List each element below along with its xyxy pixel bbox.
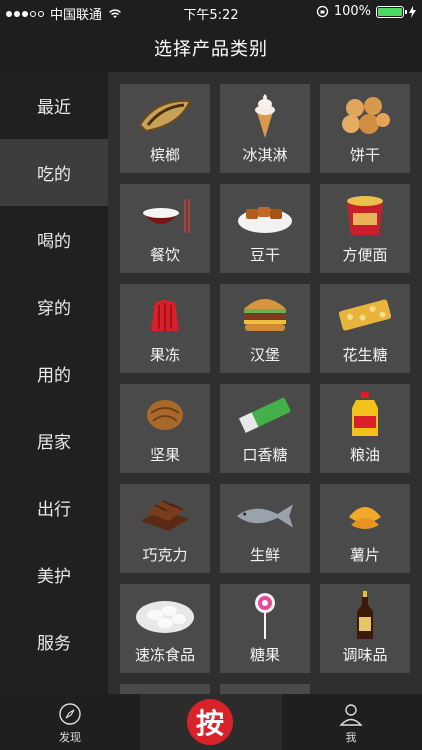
sidebar-item-label: 服务 [37,634,71,654]
category-label: 餐饮 [149,246,180,264]
sidebar-item-label: 吃的 [37,165,71,185]
fish-icon [235,492,295,538]
category-tile[interactable]: 方便面 [320,184,410,273]
sidebar-item-eat[interactable]: 吃的 [0,139,108,206]
sidebar-item-service[interactable]: 服务 [0,608,108,675]
category-tile[interactable]: 饼干 [320,84,410,173]
category-label: 汉堡 [249,346,280,364]
category-tile[interactable]: 口香糖 [220,384,310,473]
rice-bowl-icon [135,192,195,238]
charging-icon [409,5,416,18]
category-label: 坚果 [149,446,180,464]
sidebar-item-home[interactable]: 居家 [0,407,108,474]
sidebar-item-drink[interactable]: 喝的 [0,206,108,273]
press-button-label: 按 [195,707,224,740]
sidebar-item-label: 美护 [37,567,71,587]
category-tile[interactable]: 调味品 [320,584,410,673]
walnut-icon [135,392,195,438]
category-tile[interactable]: 薯片 [320,484,410,573]
sidebar-item-travel[interactable]: 出行 [0,474,108,541]
sidebar-item-label: 出行 [37,500,71,520]
sidebar-item-wear[interactable]: 穿的 [0,273,108,340]
category-tile[interactable] [220,684,310,694]
category-label: 调味品 [342,646,388,664]
tab-label: 我 [345,731,357,744]
sidebar-item-beauty[interactable]: 美护 [0,541,108,608]
lollipop-icon [235,592,295,639]
battery-percent: 100% [333,4,371,19]
sidebar-item-label: 用的 [37,366,71,386]
category-label: 速冻食品 [134,646,195,664]
category-label: 花生糖 [342,346,388,364]
category-tile[interactable]: 坚果 [120,384,210,473]
product-category-grid: 槟榔 冰淇淋 饼干 餐饮 豆干 方便面 果冻 汉堡 花生糖 坚果 口香糖 粮油 … [108,72,422,694]
category-tile[interactable]: 冰淇淋 [220,84,310,173]
category-tile[interactable]: 汉堡 [220,284,310,373]
burger-icon [235,292,295,338]
cookies-icon [335,92,395,138]
category-label: 饼干 [349,146,380,164]
category-label: 粮油 [349,446,380,464]
press-button[interactable]: 按 [187,699,233,745]
chocolate-icon [135,492,195,538]
dumplings-icon [135,592,195,638]
sidebar-item-label: 喝的 [37,232,71,252]
sidebar-item-use[interactable]: 用的 [0,340,108,407]
category-label: 口香糖 [242,446,288,464]
category-tile[interactable]: 糖果 [220,584,310,673]
seasoning-bottle-icon [335,591,395,639]
category-tile[interactable]: 粮油 [320,384,410,473]
sidebar-item-recent[interactable]: 最近 [0,72,108,139]
category-label: 巧克力 [142,546,188,564]
betel-nut-icon [135,92,195,138]
peanut-candy-icon [335,292,395,338]
category-label: 冰淇淋 [242,146,288,164]
dried-tofu-icon [235,192,295,238]
instant-noodles-icon [335,192,395,238]
category-tile[interactable]: 花生糖 [320,284,410,373]
potato-chips-icon [335,492,395,538]
category-label: 生鲜 [249,546,280,564]
category-tile[interactable]: 速冻食品 [120,584,210,673]
category-label: 果冻 [149,346,180,364]
page-title: 选择产品类别 [154,39,268,60]
navigation-bar: 选择产品类别 [0,24,422,72]
rotation-lock-icon [316,5,328,18]
category-tile[interactable]: 槟榔 [120,84,210,173]
battery-icon [376,5,407,18]
tab-label: 发现 [59,731,81,744]
sidebar-item-label: 穿的 [37,299,71,319]
category-tile[interactable]: 豆干 [220,184,310,273]
chewing-gum-icon [235,392,295,438]
status-bar: 中国联通 下午5:22 100% [0,0,422,24]
sidebar-item-label: 居家 [37,433,71,453]
jelly-icon [135,292,195,338]
compass-icon [59,703,81,725]
category-label: 糖果 [249,646,280,664]
bottom-tab-bar: 发现 按 我 [0,694,422,750]
category-label: 豆干 [249,246,280,264]
category-tile[interactable] [120,684,210,694]
category-sidebar: 最近 吃的 喝的 穿的 用的 居家 出行 美护 服务 [0,72,108,694]
category-tile[interactable]: 生鲜 [220,484,310,573]
category-tile[interactable]: 餐饮 [120,184,210,273]
person-icon [339,704,363,726]
category-label: 薯片 [349,546,380,564]
category-label: 槟榔 [149,146,180,164]
cooking-oil-icon [335,392,395,438]
tab-discover[interactable]: 发现 [40,694,100,750]
sidebar-item-label: 最近 [37,98,71,118]
category-label: 方便面 [342,246,388,264]
category-tile[interactable]: 巧克力 [120,484,210,573]
tab-me[interactable]: 我 [321,694,381,750]
ice-cream-icon [235,92,295,138]
category-tile[interactable]: 果冻 [120,284,210,373]
